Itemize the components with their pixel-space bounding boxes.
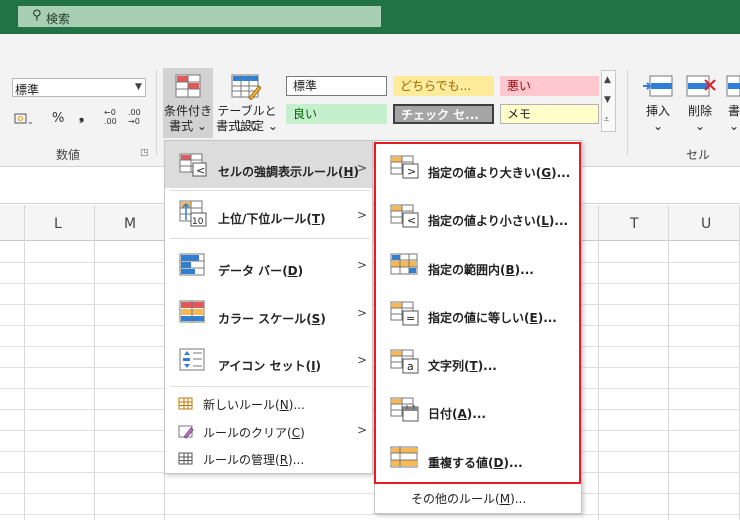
submenu-item-less-than[interactable]: 指定の値より小さい(L)... — [428, 212, 568, 229]
chevron-down-icon: ⌄ — [728, 119, 740, 133]
decrease-decimal-button[interactable]: .00 →0 — [128, 108, 146, 126]
between-icon — [390, 253, 420, 280]
submenu-item-between[interactable]: 指定の範囲内(B)... — [428, 261, 534, 278]
chevron-right-icon: > — [357, 423, 368, 437]
dialog-launcher-icon[interactable]: ◳ — [140, 148, 149, 158]
style-neutral[interactable]: どちらでも... — [393, 76, 494, 96]
column-header-l[interactable]: L — [54, 216, 62, 232]
style-bad[interactable]: 悪い — [500, 76, 599, 96]
style-good[interactable]: 良い — [286, 104, 387, 124]
search-box[interactable] — [18, 6, 381, 27]
data-bar-icon — [179, 253, 207, 280]
menu-item-data-bar[interactable]: データ バー(D) — [218, 262, 303, 279]
manage-rules-icon — [178, 452, 194, 469]
svg-text:<: < — [196, 164, 205, 177]
submenu-item-duplicate-values[interactable]: 重複する値(D)... — [428, 454, 523, 471]
increase-decimal-button[interactable]: ←0 .00 — [104, 108, 122, 126]
menu-item-manage-rules[interactable]: ルールの管理(R)... — [203, 451, 304, 468]
delete-cells-icon[interactable] — [685, 74, 717, 103]
ribbon-divider — [627, 70, 628, 156]
menu-item-color-scale[interactable]: カラー スケール(S) — [218, 310, 326, 327]
chevron-right-icon: > — [357, 258, 368, 272]
chevron-right-icon: > — [357, 208, 368, 222]
menu-separator — [170, 238, 370, 239]
submenu-item-more-rules[interactable]: その他のルール(M)... — [411, 490, 526, 507]
menu-separator — [170, 190, 370, 191]
format-label: 書 — [728, 104, 740, 118]
date-occurring-icon — [390, 397, 420, 426]
submenu-item-equal-to[interactable]: 指定の値に等しい(E)... — [428, 309, 557, 326]
format-as-table-icon[interactable] — [231, 74, 262, 103]
insert-label: 挿入 — [645, 104, 670, 118]
greater-than-icon: > — [390, 155, 420, 182]
ribbon-divider — [156, 70, 157, 156]
cf-button-label-2: 書式 ⌄ — [169, 119, 207, 133]
menu-item-top-bottom-rules[interactable]: 上位/下位ルール(T) — [218, 210, 326, 227]
group-label-cells: セル — [686, 148, 711, 162]
submenu-item-date-occurring[interactable]: 日付(A)... — [428, 405, 486, 422]
svg-text:10: 10 — [192, 217, 204, 227]
chevron-right-icon: > — [357, 353, 368, 367]
column-header-t[interactable]: T — [630, 216, 639, 232]
insert-cells-icon[interactable] — [642, 74, 674, 103]
grid-line — [0, 514, 740, 515]
comma-button[interactable]: ❟ — [79, 109, 84, 124]
svg-text:>: > — [407, 165, 416, 178]
color-scale-icon — [179, 300, 207, 327]
scroll-down-icon[interactable]: ▼ — [604, 95, 611, 105]
group-label-number: 数値 — [56, 148, 81, 162]
column-header-u[interactable]: U — [701, 216, 711, 232]
clear-rules-icon — [178, 425, 194, 442]
chevron-down-icon: ⌄ — [652, 119, 664, 133]
gallery-expand-icon[interactable]: ⩡ — [604, 115, 609, 125]
submenu-item-greater-than[interactable]: 指定の値より大きい(G)... — [428, 164, 570, 181]
menu-item-new-rule[interactable]: 新しいルール(N)... — [203, 396, 305, 413]
style-check-cell[interactable]: チェック セ... — [393, 104, 494, 124]
top-bottom-icon: 10 — [179, 200, 207, 231]
style-normal[interactable]: 標準 — [286, 76, 387, 96]
currency-icon[interactable]: ⌄ — [14, 112, 34, 126]
highlight-rules-icon: < — [179, 153, 207, 180]
format-cells-icon[interactable] — [726, 74, 740, 103]
equal-to-icon: = — [390, 301, 420, 330]
chevron-right-icon: > — [357, 306, 368, 320]
menu-item-highlight-rules[interactable]: セルの強調表示ルール(H) — [218, 163, 359, 180]
delete-label: 削除 — [687, 104, 712, 118]
chevron-down-icon: ▼ — [135, 82, 142, 92]
submenu-item-text-contains[interactable]: 文字列(T)... — [428, 357, 497, 374]
svg-text:a: a — [407, 360, 414, 373]
menu-item-icon-set[interactable]: アイコン セット(I) — [218, 357, 321, 374]
less-than-icon: < — [390, 204, 420, 231]
grid-line — [0, 493, 740, 494]
scroll-up-icon[interactable]: ▲ — [604, 75, 611, 85]
icon-set-icon — [179, 348, 207, 375]
chevron-down-icon: ⌄ — [694, 119, 706, 133]
svg-text:=: = — [406, 312, 415, 325]
percent-button[interactable]: % — [52, 111, 64, 126]
cf-button-label-1: 条件付き — [163, 104, 212, 118]
conditional-formatting-icon — [175, 74, 201, 101]
style-note[interactable]: メモ — [500, 104, 599, 124]
svg-text:⌄: ⌄ — [27, 117, 34, 126]
number-format-value: 標準 — [15, 83, 40, 97]
chevron-right-icon: > — [357, 161, 368, 175]
search-placeholder: 検索 — [46, 12, 71, 26]
svg-text:<: < — [407, 214, 416, 227]
column-header-m[interactable]: M — [124, 216, 136, 232]
table-button-label-2: 書式設定 ⌄ — [216, 119, 278, 133]
new-rule-icon — [178, 397, 194, 414]
text-contains-icon: a — [390, 349, 420, 378]
duplicate-values-icon — [390, 446, 420, 473]
menu-item-clear-rules[interactable]: ルールのクリア(C) — [203, 424, 305, 441]
menu-separator — [170, 386, 370, 387]
